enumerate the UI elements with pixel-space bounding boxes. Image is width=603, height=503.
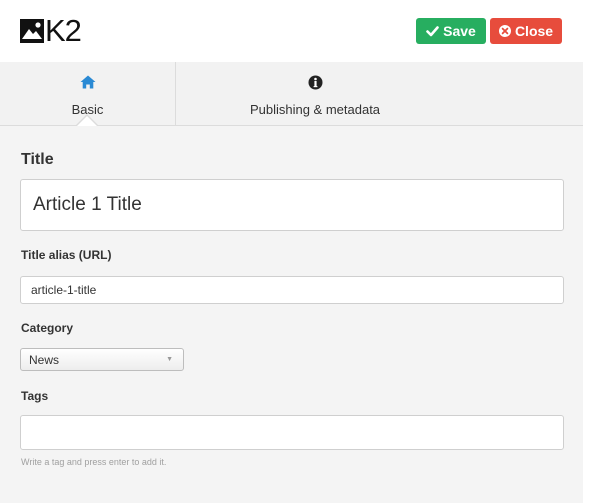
tags-label: Tags bbox=[21, 389, 49, 403]
category-selected-value: News bbox=[29, 352, 60, 367]
title-input[interactable]: Article 1 Title bbox=[20, 179, 564, 231]
title-label: Title bbox=[21, 151, 54, 168]
close-circle-icon bbox=[498, 25, 511, 37]
close-button-label: Close bbox=[514, 23, 554, 39]
active-tab-indicator bbox=[77, 116, 97, 126]
save-button-label: Save bbox=[443, 23, 476, 39]
tab-publishing-metadata[interactable]: Publishing & metadata bbox=[176, 62, 454, 125]
check-icon bbox=[426, 25, 439, 36]
category-label: Category bbox=[21, 321, 74, 335]
mountain-logo-icon bbox=[20, 19, 44, 43]
home-icon bbox=[80, 75, 95, 88]
info-icon bbox=[308, 75, 322, 89]
k2-logo: K2 bbox=[20, 13, 82, 48]
save-button[interactable]: Save bbox=[416, 18, 486, 44]
tags-input[interactable] bbox=[20, 415, 564, 450]
tab-bar: Basic Publishing & metadata bbox=[0, 62, 583, 126]
title-alias-input[interactable]: article-1-title bbox=[20, 276, 564, 304]
dropdown-arrow-icon: ▼ bbox=[166, 356, 173, 363]
header-bar: K2 Save Close bbox=[0, 0, 583, 62]
form-panel: Title Article 1 Title Title alias (URL) … bbox=[0, 126, 583, 503]
title-alias-label: Title alias (URL) bbox=[21, 248, 112, 262]
category-select[interactable]: News ▼ bbox=[20, 348, 184, 371]
close-button[interactable]: Close bbox=[490, 18, 562, 44]
logo-text: K2 bbox=[45, 13, 82, 48]
tab-publishing-label: Publishing & metadata bbox=[249, 101, 381, 117]
tags-hint: Write a tag and press enter to add it. bbox=[21, 457, 167, 467]
